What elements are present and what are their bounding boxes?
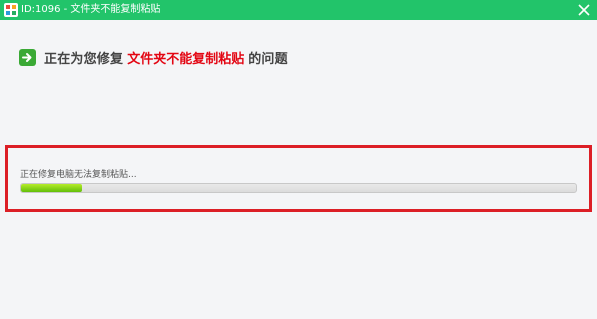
progress-bar-fill (21, 184, 83, 192)
repair-headline: 正在为您修复 文件夹不能复制粘贴 的问题 (19, 47, 288, 67)
repair-window: ID:1096 - 文件夹不能复制粘贴 正在为您修复 文件夹不能复制粘贴 的问题… (0, 0, 597, 319)
arrow-right-icon (19, 48, 36, 66)
progress-status-text: 正在修复电脑无法复制粘贴... (20, 170, 137, 180)
close-icon[interactable] (576, 2, 592, 18)
progress-bar (20, 183, 577, 193)
window-title: ID:1096 - 文件夹不能复制粘贴 (21, 4, 161, 15)
headline-suffix: 的问题 (248, 51, 288, 67)
title-bar: ID:1096 - 文件夹不能复制粘贴 (0, 0, 597, 20)
headline-prefix: 正在为您修复 (44, 51, 124, 67)
grid-app-icon (4, 3, 18, 17)
headline-issue-name: 文件夹不能复制粘贴 (127, 51, 245, 67)
progress-panel: 正在修复电脑无法复制粘贴... (5, 145, 592, 212)
